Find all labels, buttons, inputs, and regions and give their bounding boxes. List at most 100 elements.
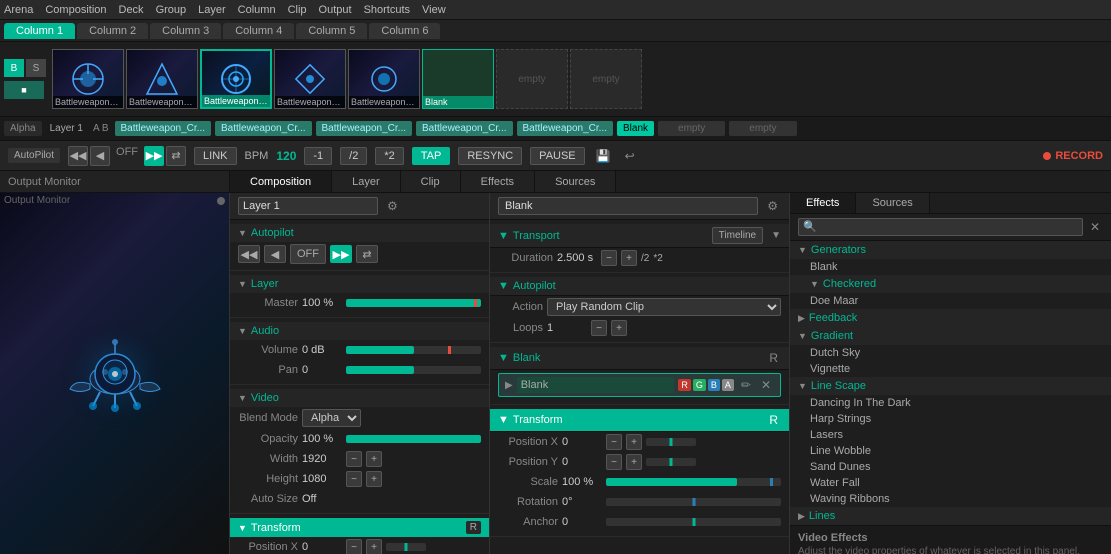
tab-clip[interactable]: Clip (401, 171, 461, 192)
autopilot-fwd-btn[interactable]: ▶▶ (330, 245, 352, 263)
menu-group[interactable]: Group (156, 4, 187, 16)
clip-autopilot-header[interactable]: ▼ Autopilot (490, 277, 789, 296)
menu-layer[interactable]: Layer (198, 4, 226, 16)
effects-search-close-btn[interactable]: ✕ (1087, 219, 1103, 235)
btn-B[interactable]: B (4, 59, 24, 77)
effects-search-input[interactable] (798, 218, 1083, 236)
btn-div2[interactable]: /2 (340, 147, 367, 165)
blank-close-btn[interactable]: ✕ (758, 377, 774, 393)
menu-shortcuts[interactable]: Shortcuts (364, 4, 410, 16)
autopilot-shuffle-btn[interactable]: ⇄ (356, 245, 378, 263)
menu-view[interactable]: View (422, 4, 446, 16)
comp-pos-x-bar[interactable] (386, 543, 426, 551)
effect-line-wobble[interactable]: Line Wobble (790, 443, 1111, 459)
checkered-category[interactable]: ▼ Checkered (790, 275, 1111, 293)
autopilot-prev-btn[interactable]: ◀◀ (238, 245, 260, 263)
thumbnail-5[interactable]: Battleweapon_Cr... (348, 49, 420, 109)
btn-pause[interactable]: PAUSE (530, 147, 584, 165)
width-plus-btn[interactable]: + (366, 451, 382, 467)
gradient-category[interactable]: ▼ Gradient (790, 327, 1111, 345)
effect-sand-dunes[interactable]: Sand Dunes (790, 459, 1111, 475)
btn-active-clip[interactable]: ■ (4, 81, 44, 99)
menu-column[interactable]: Column (238, 4, 276, 16)
menu-output[interactable]: Output (319, 4, 352, 16)
comp-audio-header[interactable]: ▼ Audio (230, 322, 489, 340)
duration-minus-btn[interactable]: − (601, 250, 617, 266)
badge-b[interactable]: B (708, 379, 720, 391)
tab-composition[interactable]: Composition (230, 171, 332, 192)
btn-S[interactable]: S (26, 59, 46, 77)
loops-plus-btn[interactable]: + (611, 320, 627, 336)
btn-back[interactable]: ◀ (90, 146, 110, 166)
effects-tab-effects[interactable]: Effects (790, 193, 856, 213)
effect-waving-ribbons[interactable]: Waving Ribbons (790, 491, 1111, 507)
btn-minus1[interactable]: -1 (304, 147, 332, 165)
loops-minus-btn[interactable]: − (591, 320, 607, 336)
effects-tab-sources[interactable]: Sources (856, 193, 929, 213)
btn-prev[interactable]: ◀◀ (68, 146, 88, 166)
tab-effects[interactable]: Effects (461, 171, 535, 192)
btn-undo-icon[interactable]: ↩ (622, 148, 638, 164)
btn-link[interactable]: LINK (194, 147, 236, 165)
clip-pos-x-bar[interactable] (646, 438, 696, 446)
thumbnail-4[interactable]: Battleweapon_Cr... (274, 49, 346, 109)
blank-edit-btn[interactable]: ✏ (738, 377, 754, 393)
width-minus-btn[interactable]: − (346, 451, 362, 467)
clip-rotation-bar[interactable] (606, 498, 781, 506)
timeline-dropdown-arrow[interactable]: ▼ (771, 230, 781, 241)
column-tab-1[interactable]: Column 1 (4, 23, 75, 39)
column-tab-6[interactable]: Column 6 (369, 23, 440, 39)
clip-transport-header[interactable]: ▼ Transport Timeline ▼ (490, 224, 789, 248)
layer-clip-4[interactable]: Battleweapon_Cr... (416, 121, 513, 136)
btn-mul2[interactable]: *2 (375, 147, 403, 165)
lines-category[interactable]: ▶ Lines (790, 507, 1111, 525)
thumbnail-1[interactable]: Battleweapon_Cr... (52, 49, 124, 109)
menu-clip[interactable]: Clip (288, 4, 307, 16)
clip-blank-header[interactable]: ▼ Blank R (490, 347, 789, 370)
effect-lasers[interactable]: Lasers (790, 427, 1111, 443)
thumbnail-2[interactable]: Battleweapon_Cr... (126, 49, 198, 109)
thumbnail-3[interactable]: Battleweapon_Cr... (200, 49, 272, 109)
comp-settings-btn[interactable]: ⚙ (384, 198, 401, 214)
clip-name-input[interactable] (498, 197, 758, 215)
comp-layer-section-header[interactable]: ▼ Layer (230, 275, 489, 293)
effect-water-fall[interactable]: Water Fall (790, 475, 1111, 491)
comp-pos-x-plus[interactable]: + (366, 539, 382, 554)
clip-pos-x-minus[interactable]: − (606, 434, 622, 450)
effect-vignette[interactable]: Vignette (790, 361, 1111, 377)
clip-pos-y-bar[interactable] (646, 458, 696, 466)
transform-reset-btn[interactable]: R (466, 521, 481, 534)
height-plus-btn[interactable]: + (366, 471, 382, 487)
btn-play-forward[interactable]: ▶▶ (144, 146, 164, 166)
column-tab-3[interactable]: Column 3 (150, 23, 221, 39)
comp-pos-x-minus[interactable]: − (346, 539, 362, 554)
tab-layer[interactable]: Layer (332, 171, 401, 192)
opacity-bar[interactable] (346, 435, 481, 443)
layer-empty-2[interactable]: empty (729, 121, 796, 136)
layer-clip-5[interactable]: Battleweapon_Cr... (517, 121, 614, 136)
menu-arena[interactable]: Arena (4, 4, 33, 16)
clip-pos-x-plus[interactable]: + (626, 434, 642, 450)
blank-section-reset-btn[interactable]: R (766, 350, 781, 366)
badge-g[interactable]: G (693, 379, 706, 391)
layer-clip-2[interactable]: Battleweapon_Cr... (215, 121, 312, 136)
comp-video-header[interactable]: ▼ Video (230, 389, 489, 407)
comp-layer-name-input[interactable] (238, 197, 378, 215)
autopilot-back-btn[interactable]: ◀ (264, 245, 286, 263)
tab-sources[interactable]: Sources (535, 171, 616, 192)
comp-autopilot-header[interactable]: ▼ Autopilot (230, 224, 489, 242)
badge-a[interactable]: A (722, 379, 734, 391)
duration-plus-btn[interactable]: + (621, 250, 637, 266)
effect-harp-strings[interactable]: Harp Strings (790, 411, 1111, 427)
generators-category[interactable]: ▼ Generators (790, 241, 1111, 259)
menu-deck[interactable]: Deck (119, 4, 144, 16)
clip-pos-y-plus[interactable]: + (626, 454, 642, 470)
thumbnail-blank[interactable]: Blank (422, 49, 494, 109)
column-tab-4[interactable]: Column 4 (223, 23, 294, 39)
comp-transform-header[interactable]: ▼ Transform R (230, 518, 489, 537)
layer-clip-blank[interactable]: Blank (617, 121, 654, 136)
column-tab-5[interactable]: Column 5 (296, 23, 367, 39)
column-tab-2[interactable]: Column 2 (77, 23, 148, 39)
layer-clip-1[interactable]: Battleweapon_Cr... (115, 121, 212, 136)
pan-bar[interactable] (346, 366, 481, 374)
